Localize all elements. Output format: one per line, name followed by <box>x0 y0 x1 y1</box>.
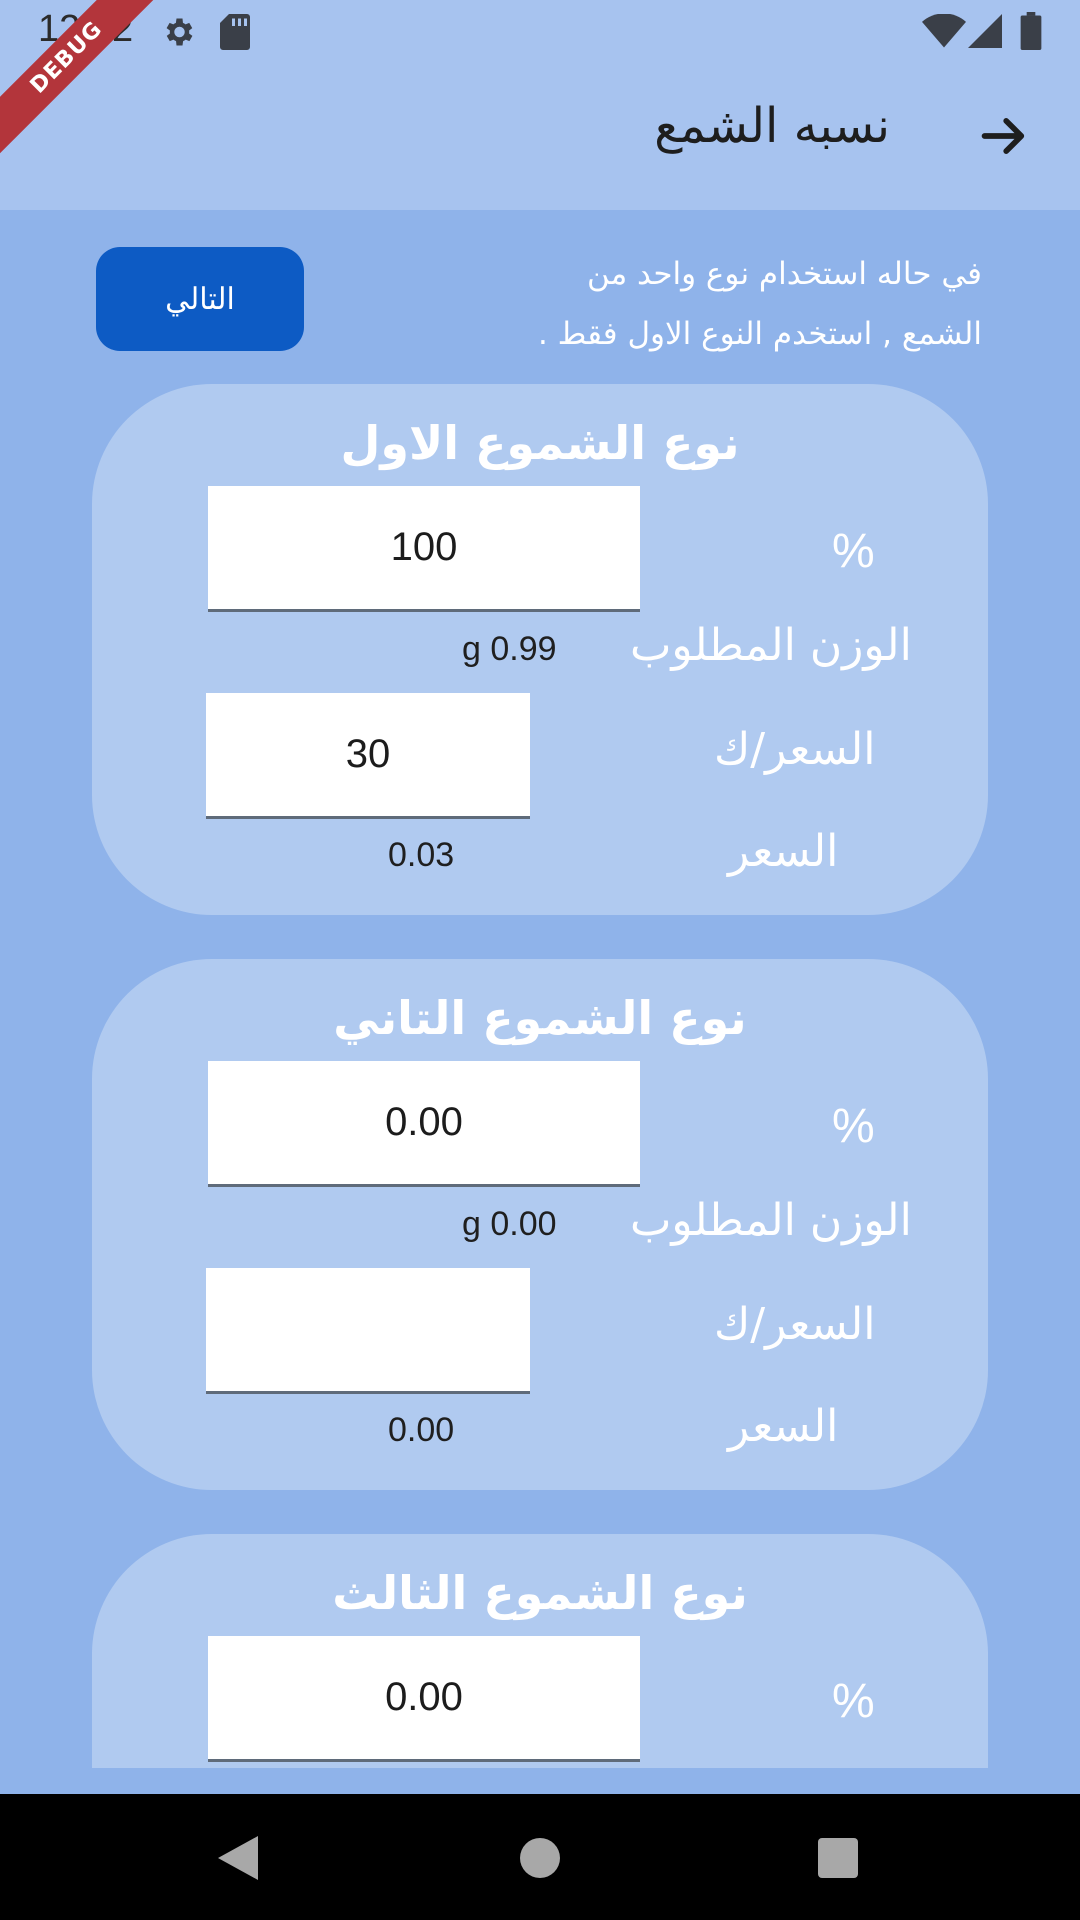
settings-icon <box>160 14 196 54</box>
system-navigation-bar <box>0 1794 1080 1920</box>
price-label: السعر <box>728 1401 839 1452</box>
wax-type-card-3: نوع الشموع الثالث 0.00 % <box>92 1534 988 1768</box>
price-label: السعر <box>728 826 839 877</box>
price-value: 0.03 <box>388 836 455 874</box>
percent-input[interactable]: 100 <box>208 486 640 612</box>
percent-label: % <box>832 1100 875 1153</box>
card-title: نوع الشموع الثالث <box>332 1566 748 1620</box>
cell-signal-icon <box>968 14 1002 52</box>
weight-value: g 0.99 <box>462 630 557 668</box>
card-title: نوع الشموع الاول <box>340 416 740 470</box>
price-per-kg-label: السعر/ك <box>714 724 876 775</box>
home-circle-icon[interactable] <box>520 1838 560 1882</box>
back-triangle-icon[interactable] <box>218 1836 258 1884</box>
percent-input[interactable]: 0.00 <box>208 1636 640 1762</box>
wax-type-card-2: نوع الشموع التاني 0.00 % الوزن المطلوب g… <box>92 959 988 1490</box>
sd-card-icon <box>220 14 250 54</box>
weight-label: الوزن المطلوب <box>630 1195 912 1246</box>
weight-label: الوزن المطلوب <box>630 620 912 671</box>
recents-square-icon[interactable] <box>818 1838 858 1882</box>
intro-line-1: في حاله استخدام نوع واحد من <box>587 256 982 292</box>
arrow-right-icon[interactable] <box>978 110 1030 166</box>
intro-text: في حاله استخدام نوع واحد من الشمع , استخ… <box>470 244 982 364</box>
percent-input[interactable]: 0.00 <box>208 1061 640 1187</box>
price-per-kg-input[interactable] <box>206 1268 530 1394</box>
battery-icon <box>1020 12 1042 54</box>
next-button[interactable]: التالي <box>96 247 304 351</box>
price-per-kg-label: السعر/ك <box>714 1299 876 1350</box>
price-per-kg-input[interactable]: 30 <box>206 693 530 819</box>
percent-label: % <box>832 1675 875 1728</box>
card-title: نوع الشموع التاني <box>333 991 747 1045</box>
page-title: نسبه الشمع <box>654 98 890 154</box>
price-value: 0.00 <box>388 1411 455 1449</box>
weight-value: g 0.00 <box>462 1205 557 1243</box>
wax-type-card-1: نوع الشموع الاول 100 % الوزن المطلوب g 0… <box>92 384 988 915</box>
wifi-icon <box>922 13 966 52</box>
percent-label: % <box>832 525 875 578</box>
intro-line-2: الشمع , استخدم النوع الاول فقط . <box>537 316 982 352</box>
app-header: 12:52 نسبه الشمع <box>0 0 1080 210</box>
